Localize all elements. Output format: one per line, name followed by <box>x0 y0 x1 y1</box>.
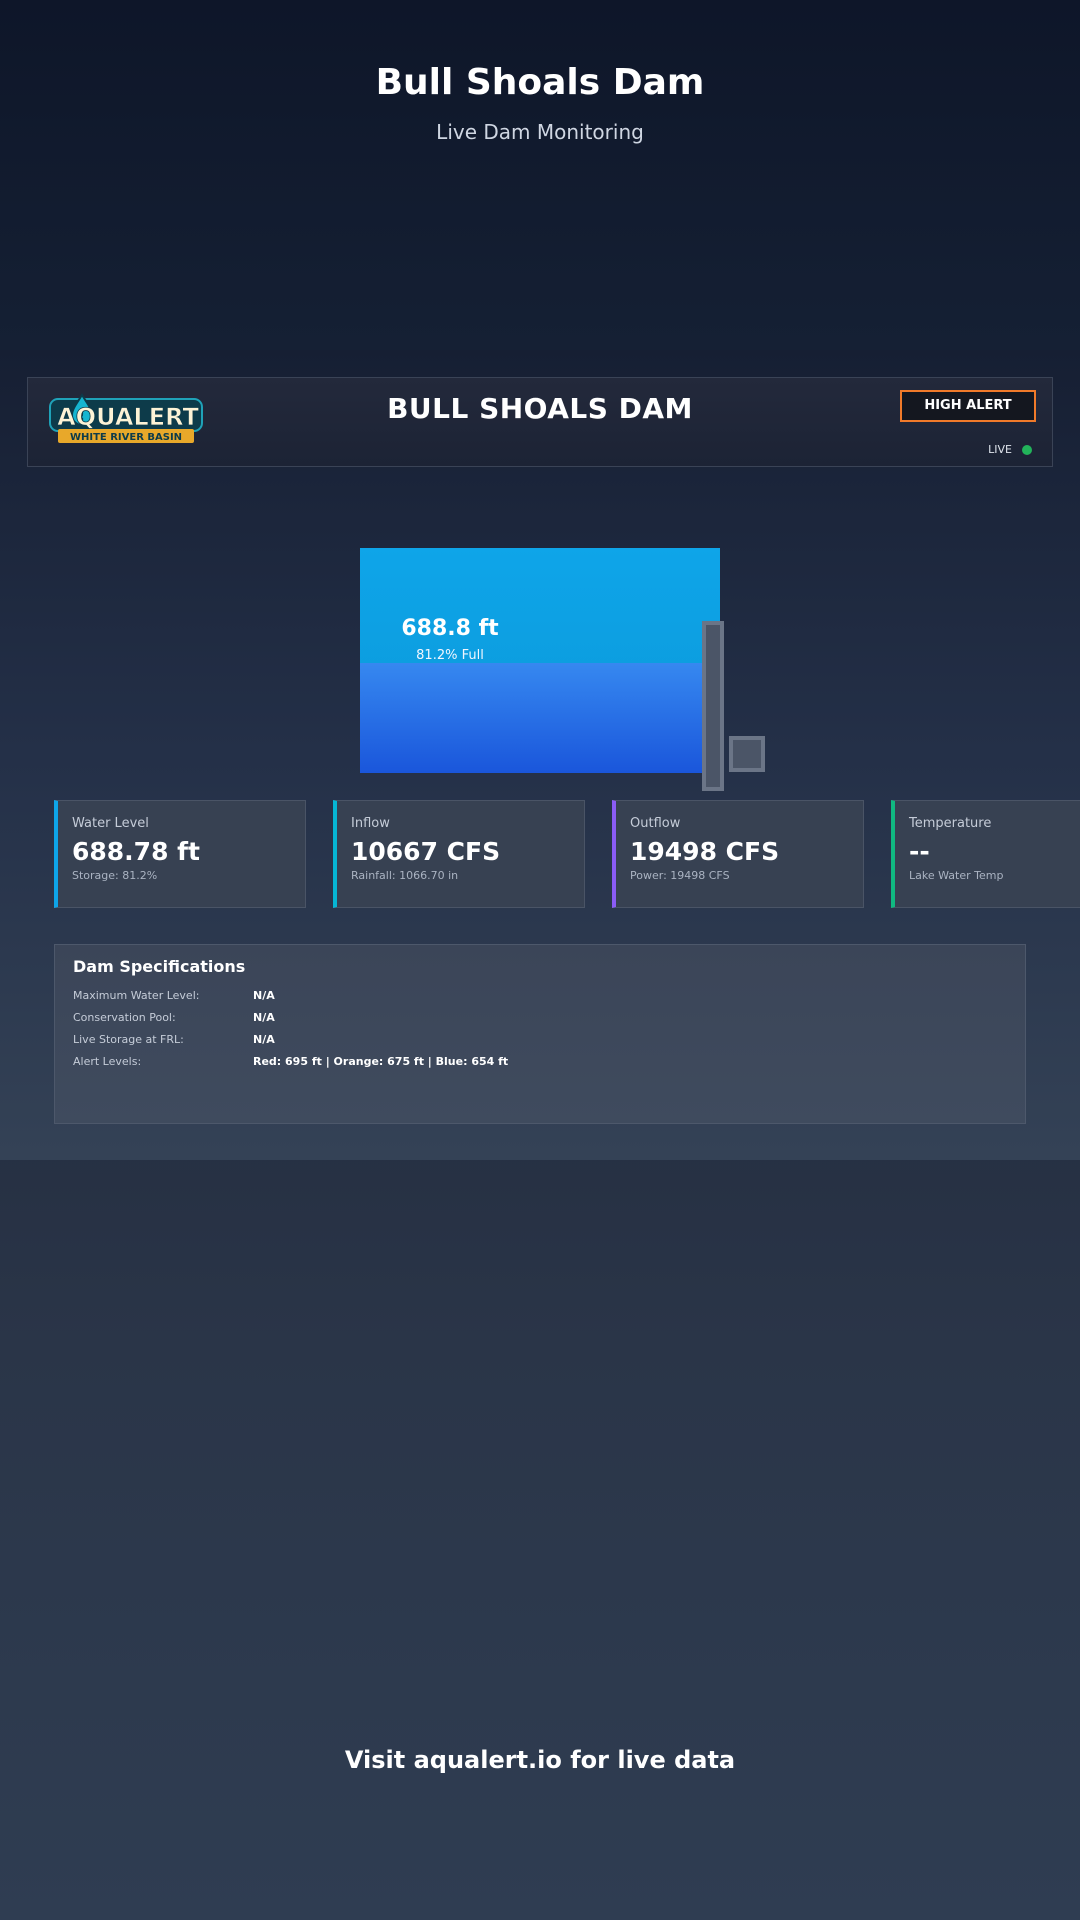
reservoir-level-label: 688.8 ft <box>401 616 499 641</box>
live-label: LIVE <box>988 443 1012 456</box>
card-label: Water Level <box>72 816 149 831</box>
card-label: Outflow <box>630 816 681 831</box>
alert-status-badge: HIGH ALERT <box>900 390 1036 422</box>
spec-row: Live Storage at FRL: N/A <box>73 1033 973 1049</box>
temperature-card: Temperature -- Lake Water Temp <box>891 800 1080 908</box>
svg-text:WHITE RIVER BASIN: WHITE RIVER BASIN <box>70 432 182 443</box>
dam-header-bar: ! AQUALERT WHITE RIVER BASIN BULL SHOALS… <box>27 377 1053 467</box>
water-fill <box>360 663 720 773</box>
dam-monitor-panel: ! AQUALERT WHITE RIVER BASIN BULL SHOALS… <box>0 350 1080 1160</box>
spec-value: N/A <box>253 1033 275 1046</box>
card-value: -- <box>909 837 930 866</box>
water-level-card: Water Level 688.78 ft Storage: 81.2% <box>54 800 306 908</box>
spec-label: Conservation Pool: <box>73 1011 176 1024</box>
live-indicator: LIVE <box>988 443 1032 456</box>
card-subtext: Lake Water Temp <box>909 869 1004 882</box>
card-value: 19498 CFS <box>630 837 780 866</box>
spec-label: Live Storage at FRL: <box>73 1033 184 1046</box>
page-subtitle: Live Dam Monitoring <box>436 120 644 144</box>
inflow-card: Inflow 10667 CFS Rainfall: 1066.70 in <box>333 800 585 908</box>
card-value: 10667 CFS <box>351 837 501 866</box>
spec-row: Alert Levels: Red: 695 ft | Orange: 675 … <box>73 1055 973 1071</box>
card-subtext: Storage: 81.2% <box>72 869 158 882</box>
spec-value: N/A <box>253 1011 275 1024</box>
reservoir-fill-label: 81.2% Full <box>416 648 484 663</box>
spec-label: Alert Levels: <box>73 1055 142 1068</box>
dam-specifications: Dam Specifications Maximum Water Level: … <box>54 944 1026 1124</box>
spec-value: N/A <box>253 989 275 1002</box>
spec-row: Maximum Water Level: N/A <box>73 989 973 1005</box>
spec-value: Red: 695 ft | Orange: 675 ft | Blue: 654… <box>253 1055 509 1068</box>
reservoir-visual: 688.8 ft 81.2% Full <box>360 548 720 773</box>
page-title: Bull Shoals Dam <box>375 62 705 103</box>
card-label: Inflow <box>351 816 390 831</box>
live-dot-icon <box>1022 444 1032 455</box>
card-subtext: Rainfall: 1066.70 in <box>351 869 459 882</box>
footer-cta-link[interactable]: Visit aqualert.io for live data <box>0 1746 1080 1774</box>
card-label: Temperature <box>909 816 992 831</box>
spec-label: Maximum Water Level: <box>73 989 200 1002</box>
spec-row: Conservation Pool: N/A <box>73 1011 973 1027</box>
outflow-card: Outflow 19498 CFS Power: 19498 CFS <box>612 800 864 908</box>
dam-gate-icon <box>729 736 765 772</box>
card-value: 688.78 ft <box>72 837 201 866</box>
card-subtext: Power: 19498 CFS <box>630 869 730 882</box>
dam-name: BULL SHOALS DAM <box>387 392 693 425</box>
specs-title: Dam Specifications <box>73 957 246 976</box>
top-header: Bull Shoals Dam Live Dam Monitoring <box>0 0 1080 350</box>
dam-wall-icon <box>702 621 724 791</box>
